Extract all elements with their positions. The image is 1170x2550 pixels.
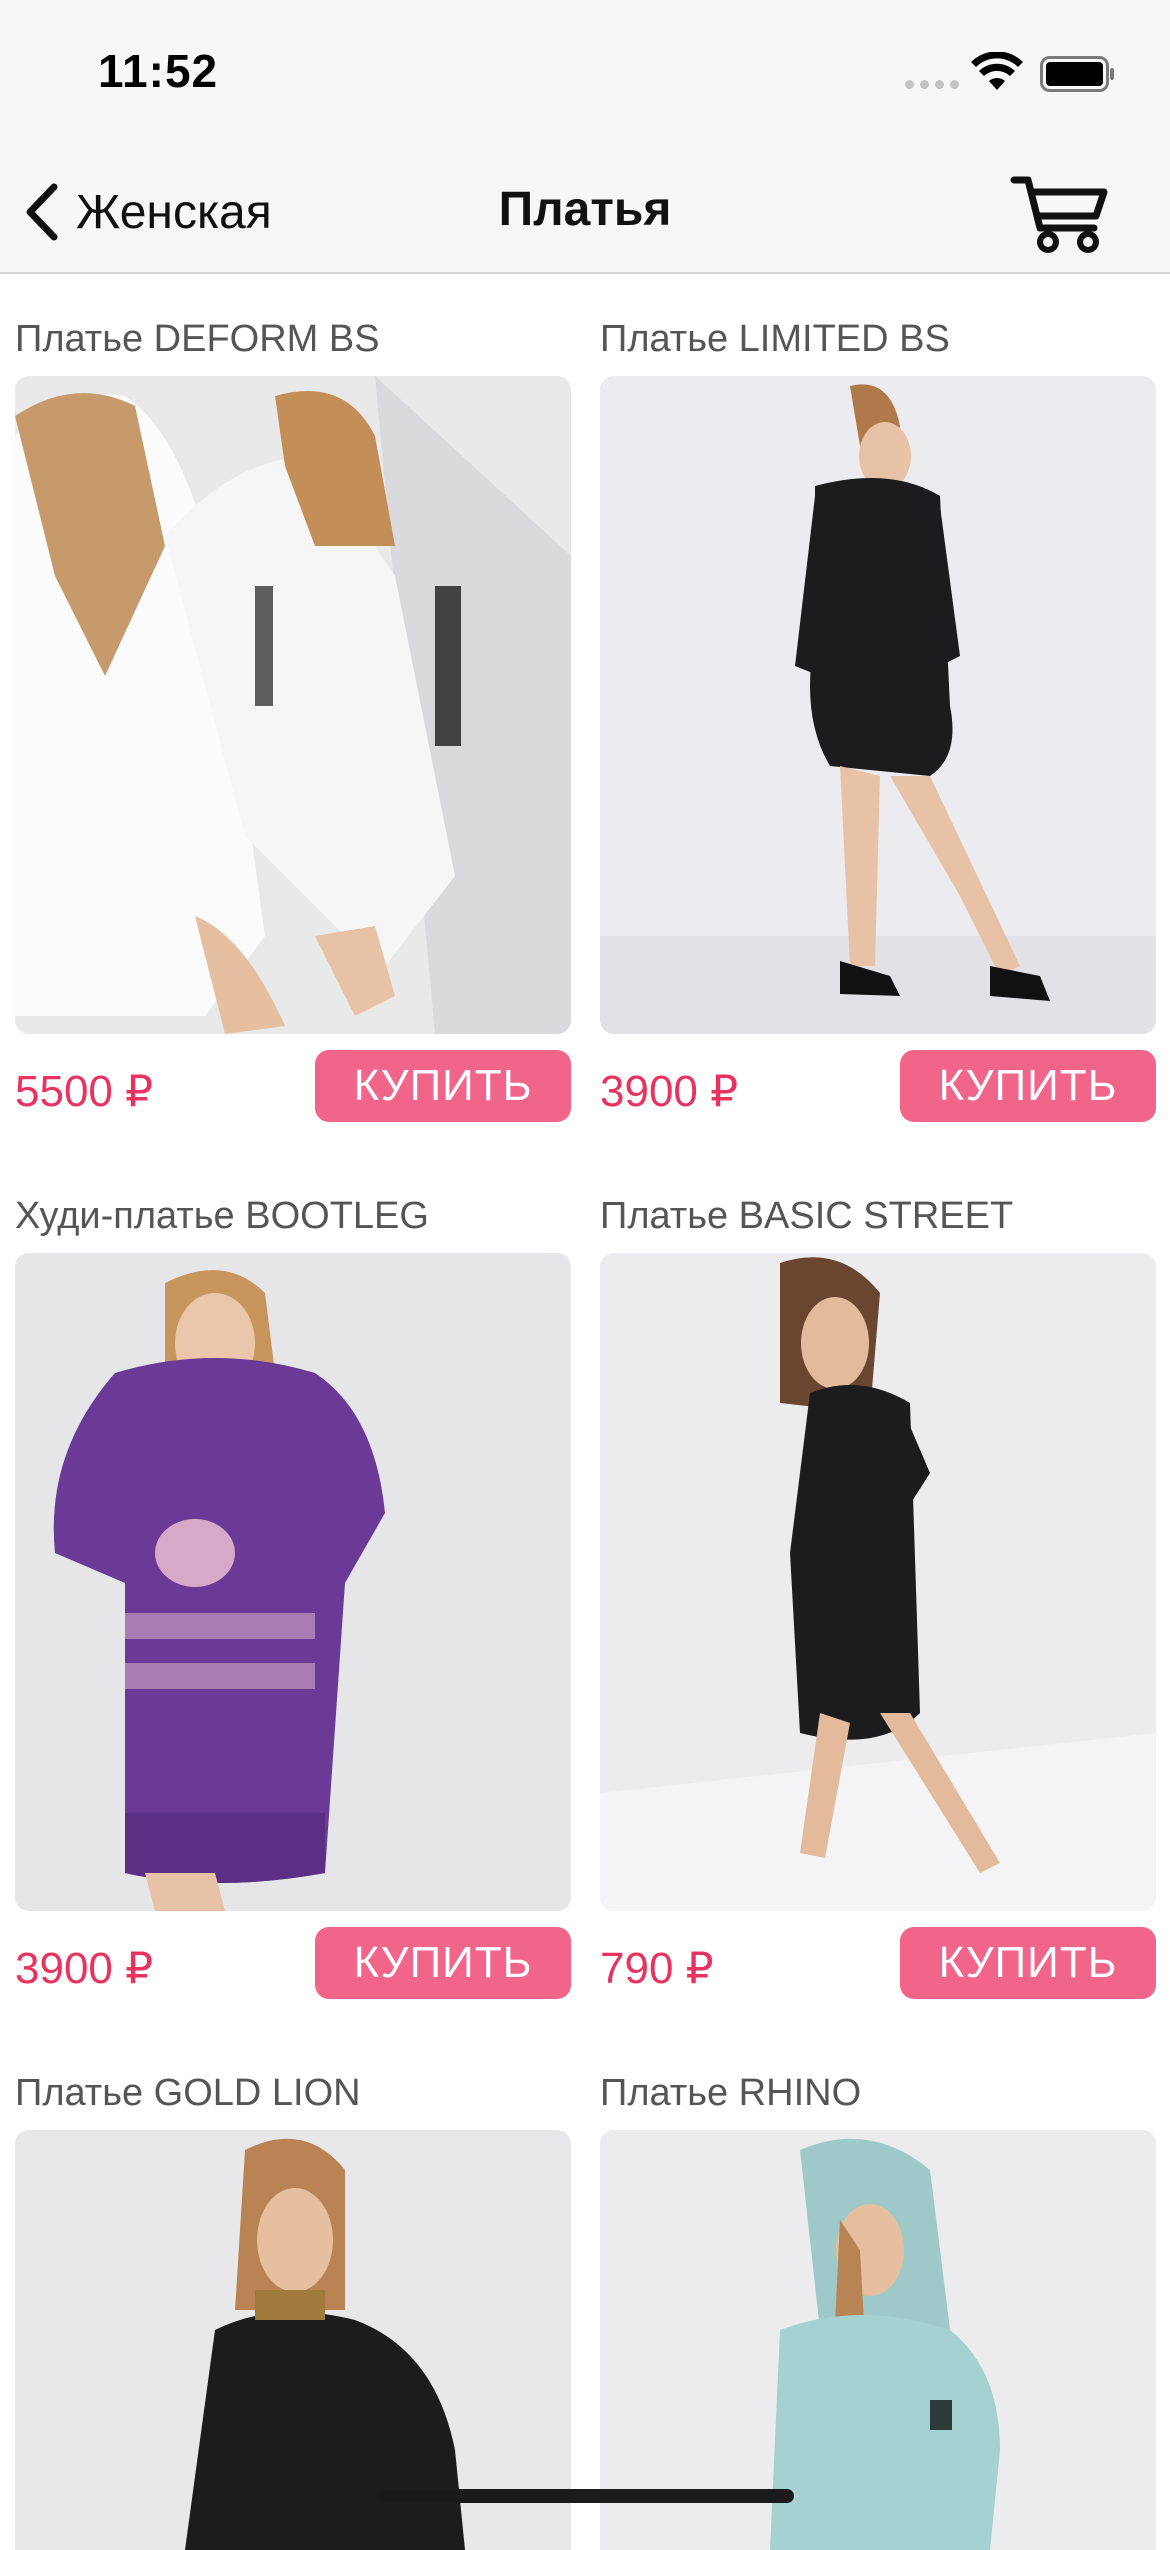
product-title: Платье LIMITED BS bbox=[600, 318, 950, 360]
signal-icon bbox=[905, 80, 959, 89]
product-card[interactable]: Платье LIMITED BS 3900 ₽ КУПИТЬ bbox=[600, 318, 1156, 1138]
buy-button[interactable]: КУПИТЬ bbox=[315, 1050, 571, 1122]
product-card[interactable]: Платье RHINO bbox=[600, 2072, 1156, 2550]
product-price: 3900 ₽ bbox=[600, 1067, 739, 1116]
buy-button[interactable]: КУПИТЬ bbox=[315, 1927, 571, 1999]
cart-icon[interactable] bbox=[1010, 170, 1110, 256]
product-card[interactable]: Платье BASIC STREET 790 ₽ КУПИТЬ bbox=[600, 1195, 1156, 2015]
product-card[interactable]: Худи-платье BOOTLEG 3900 ₽ КУПИТЬ bbox=[15, 1195, 571, 2015]
status-bar: 11:52 bbox=[0, 0, 1170, 150]
product-image[interactable] bbox=[15, 2130, 571, 2550]
product-image[interactable] bbox=[15, 1253, 571, 1911]
buy-button[interactable]: КУПИТЬ bbox=[900, 1927, 1156, 1999]
product-image[interactable] bbox=[600, 2130, 1156, 2550]
product-image[interactable] bbox=[600, 1253, 1156, 1911]
product-card[interactable]: Платье DEFORM BS 5500 ₽ КУПИТЬ bbox=[15, 318, 571, 1138]
product-title: Худи-платье BOOTLEG bbox=[15, 1195, 429, 1237]
product-image[interactable] bbox=[15, 376, 571, 1034]
buy-button[interactable]: КУПИТЬ bbox=[900, 1050, 1156, 1122]
product-price: 790 ₽ bbox=[600, 1944, 714, 1993]
product-title: Платье GOLD LION bbox=[15, 2072, 361, 2114]
product-price: 3900 ₽ bbox=[15, 1944, 154, 1993]
wifi-icon bbox=[971, 52, 1023, 90]
home-indicator[interactable] bbox=[376, 2489, 794, 2503]
product-price: 5500 ₽ bbox=[15, 1067, 154, 1116]
product-title: Платье BASIC STREET bbox=[600, 1195, 1014, 1237]
status-time: 11:52 bbox=[98, 45, 219, 97]
product-title: Платье RHINO bbox=[600, 2072, 862, 2114]
page-title: Платья bbox=[498, 183, 672, 236]
product-title: Платье DEFORM BS bbox=[15, 318, 380, 360]
battery-icon bbox=[1040, 56, 1114, 92]
product-card[interactable]: Платье GOLD LION bbox=[15, 2072, 571, 2550]
navigation-bar: Женская Платья bbox=[0, 150, 1170, 274]
product-image[interactable] bbox=[600, 376, 1156, 1034]
